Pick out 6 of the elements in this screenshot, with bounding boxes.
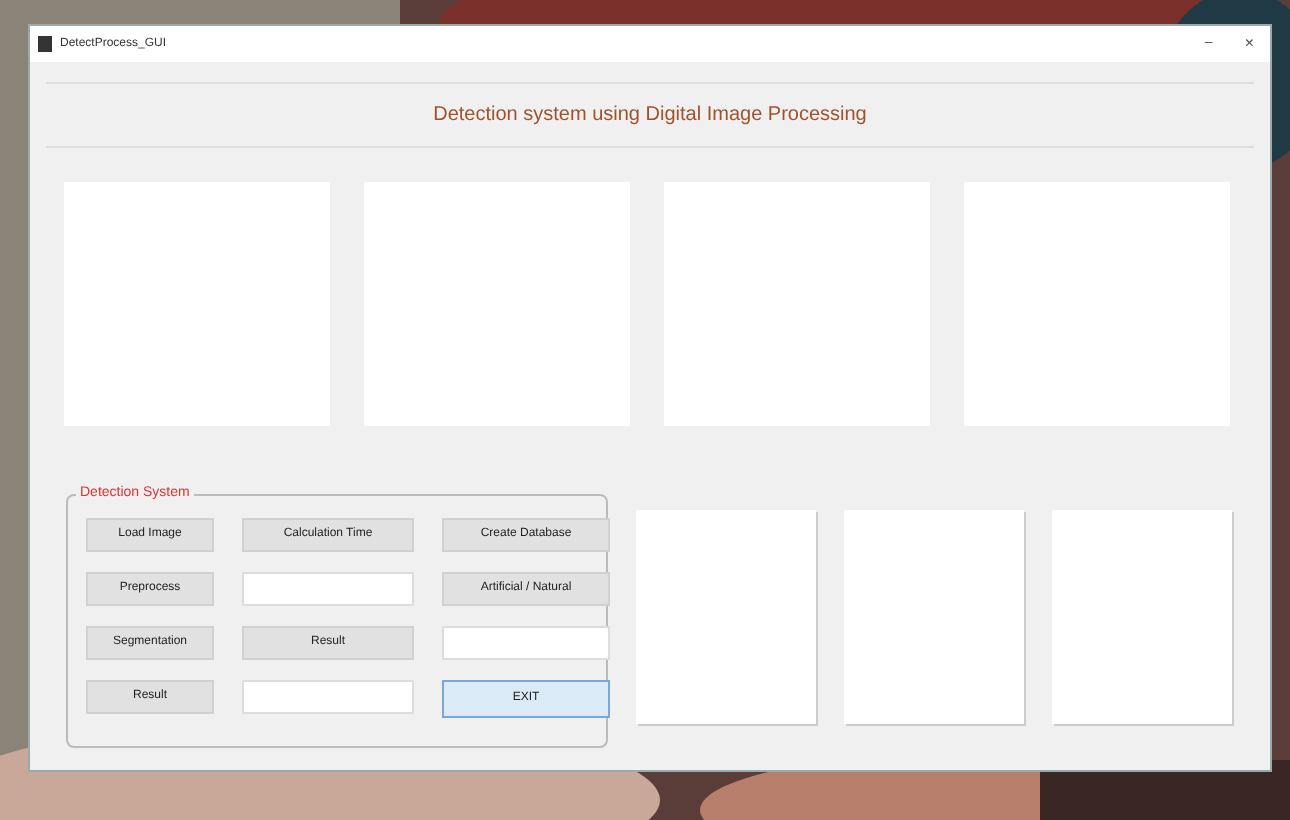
text-field[interactable]: [242, 680, 414, 714]
text-field[interactable]: [442, 626, 610, 660]
text-field[interactable]: [242, 572, 414, 606]
app-icon: [38, 36, 52, 52]
close-button[interactable]: ×: [1236, 32, 1262, 56]
heading: Detection system using Digital Image Processing: [433, 102, 867, 130]
